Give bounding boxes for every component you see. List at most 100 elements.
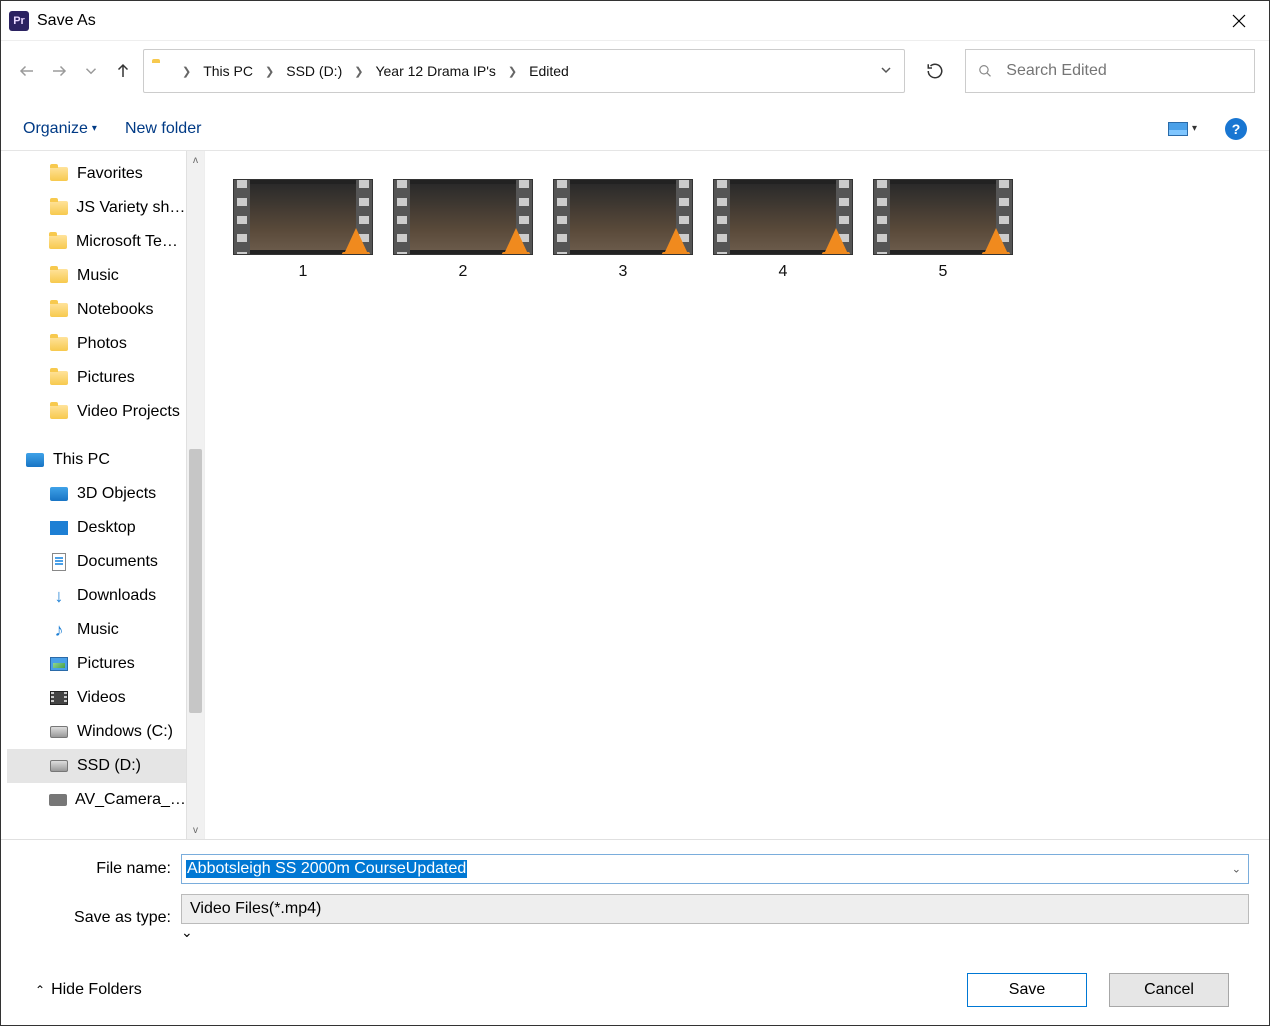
sidebar-item[interactable]: Pictures: [7, 361, 186, 395]
sidebar-item[interactable]: Pictures: [7, 647, 186, 681]
folder-icon: [49, 369, 69, 387]
breadcrumb-segment[interactable]: This PC: [199, 61, 257, 81]
sidebar-item-label: Video Projects: [77, 403, 180, 421]
sidebar-item-label: Music: [77, 267, 119, 285]
file-item[interactable]: 1: [233, 179, 373, 281]
close-button[interactable]: [1217, 5, 1261, 37]
sidebar-item-label: This PC: [53, 451, 110, 469]
sidebar-item[interactable]: ↓Downloads: [7, 579, 186, 613]
vid-icon: [49, 689, 69, 707]
forward-button[interactable]: [47, 59, 71, 83]
scroll-up-button[interactable]: ʌ: [187, 151, 204, 169]
new-folder-button[interactable]: New folder: [125, 120, 201, 138]
chevron-down-icon: [880, 64, 892, 76]
vlc-cone-icon: [664, 228, 688, 254]
sidebar-item-label: Music: [77, 621, 119, 639]
sidebar-item[interactable]: Microsoft Teams: [7, 225, 186, 259]
file-item[interactable]: 4: [713, 179, 853, 281]
sidebar-item[interactable]: Notebooks: [7, 293, 186, 327]
sidebar-item[interactable]: Music: [7, 259, 186, 293]
sidebar-item[interactable]: Windows (C:): [7, 715, 186, 749]
vlc-cone-icon: [824, 228, 848, 254]
chevron-down-icon: ⌄: [181, 924, 193, 940]
recent-locations-button[interactable]: [79, 59, 103, 83]
chevron-up-icon: ⌃: [35, 983, 45, 997]
cam-icon: [49, 791, 67, 809]
arrow-up-icon: [114, 62, 132, 80]
sidebar-scrollbar[interactable]: ʌ v: [186, 151, 204, 839]
organize-label: Organize: [23, 120, 88, 138]
file-name: 1: [299, 263, 308, 281]
sidebar-item[interactable]: Videos: [7, 681, 186, 715]
search-box[interactable]: [965, 49, 1255, 93]
music-icon: ♪: [49, 621, 69, 639]
sidebar-item[interactable]: 3D Objects: [7, 477, 186, 511]
sidebar-item[interactable]: JS Variety show: [7, 191, 186, 225]
sidebar-item[interactable]: Video Projects: [7, 395, 186, 429]
scrollbar-thumb[interactable]: [189, 449, 202, 713]
scroll-down-button[interactable]: v: [187, 821, 204, 839]
sidebar-item[interactable]: ♪ Music: [7, 613, 186, 647]
sidebar-item-label: Microsoft Teams: [76, 233, 186, 251]
sidebar-item-label: Documents: [77, 553, 158, 571]
save-type-combo[interactable]: Video Files(*.mp4): [181, 894, 1249, 924]
sidebar-item[interactable]: Favorites: [7, 157, 186, 191]
sidebar-item-label: Pictures: [77, 655, 135, 673]
cancel-button[interactable]: Cancel: [1109, 973, 1229, 1007]
save-as-dialog: Pr Save As ❯ This PC ❯ SSD (D:) ❯ Year 1…: [0, 0, 1270, 1026]
sidebar-item-label: 3D Objects: [77, 485, 156, 503]
file-item[interactable]: 2: [393, 179, 533, 281]
sidebar-item-label: Windows (C:): [77, 723, 173, 741]
footer: ⌃ Hide Folders Save Cancel: [21, 951, 1249, 1023]
hide-folders-label: Hide Folders: [51, 981, 142, 999]
filename-input[interactable]: Abbotsleigh SS 2000m CourseUpdated: [181, 854, 1249, 884]
sidebar-item[interactable]: Photos: [7, 327, 186, 361]
file-item[interactable]: 5: [873, 179, 1013, 281]
save-type-value: Video Files(*.mp4): [190, 900, 321, 918]
search-input[interactable]: [1006, 62, 1242, 80]
nav-row: ❯ This PC ❯ SSD (D:) ❯ Year 12 Drama IP'…: [1, 41, 1269, 107]
pc-icon: [49, 485, 69, 503]
folder-icon: [49, 403, 69, 421]
hide-folders-button[interactable]: ⌃ Hide Folders: [35, 981, 142, 999]
file-item[interactable]: 3: [553, 179, 693, 281]
close-icon: [1232, 14, 1246, 28]
dl-icon: ↓: [49, 587, 69, 605]
refresh-button[interactable]: [913, 49, 957, 93]
pc-icon: [25, 451, 45, 469]
sidebar-item[interactable]: Desktop: [7, 511, 186, 545]
file-name: 2: [459, 263, 468, 281]
sidebar-item[interactable]: AV_Camera_B (F:: [7, 783, 186, 817]
folder-icon: [49, 335, 69, 353]
drive-icon: [49, 757, 69, 775]
folder-icon: [49, 199, 68, 217]
vlc-cone-icon: [344, 228, 368, 254]
window-title: Save As: [37, 12, 96, 30]
help-button[interactable]: ?: [1225, 118, 1247, 140]
chevron-right-icon: ❯: [350, 65, 367, 78]
sidebar-item[interactable]: SSD (D:): [7, 749, 186, 783]
sidebar-this-pc[interactable]: This PC: [7, 443, 186, 477]
organize-button[interactable]: Organize ▾: [23, 120, 97, 138]
chevron-right-icon: ❯: [504, 65, 521, 78]
sidebar-item[interactable]: Documents: [7, 545, 186, 579]
breadcrumb-segment[interactable]: Year 12 Drama IP's: [371, 61, 499, 81]
folder-icon: [49, 301, 69, 319]
refresh-icon: [926, 62, 944, 80]
up-button[interactable]: [111, 59, 135, 83]
sidebar-item-label: Pictures: [77, 369, 135, 387]
save-button[interactable]: Save: [967, 973, 1087, 1007]
file-list[interactable]: 1 2 3 45: [205, 151, 1269, 839]
sidebar-item-label: Favorites: [77, 165, 143, 183]
back-button[interactable]: [15, 59, 39, 83]
breadcrumb-segment[interactable]: SSD (D:): [282, 61, 346, 81]
breadcrumb-segment[interactable]: Edited: [525, 61, 573, 81]
new-folder-label: New folder: [125, 120, 201, 138]
chevron-down-icon: [82, 62, 100, 80]
file-name: 3: [619, 263, 628, 281]
address-bar[interactable]: ❯ This PC ❯ SSD (D:) ❯ Year 12 Drama IP'…: [143, 49, 905, 93]
address-history-button[interactable]: [876, 63, 896, 79]
search-icon: [978, 63, 992, 79]
view-mode-button[interactable]: ▾: [1168, 122, 1197, 136]
video-thumbnail: [393, 179, 533, 255]
